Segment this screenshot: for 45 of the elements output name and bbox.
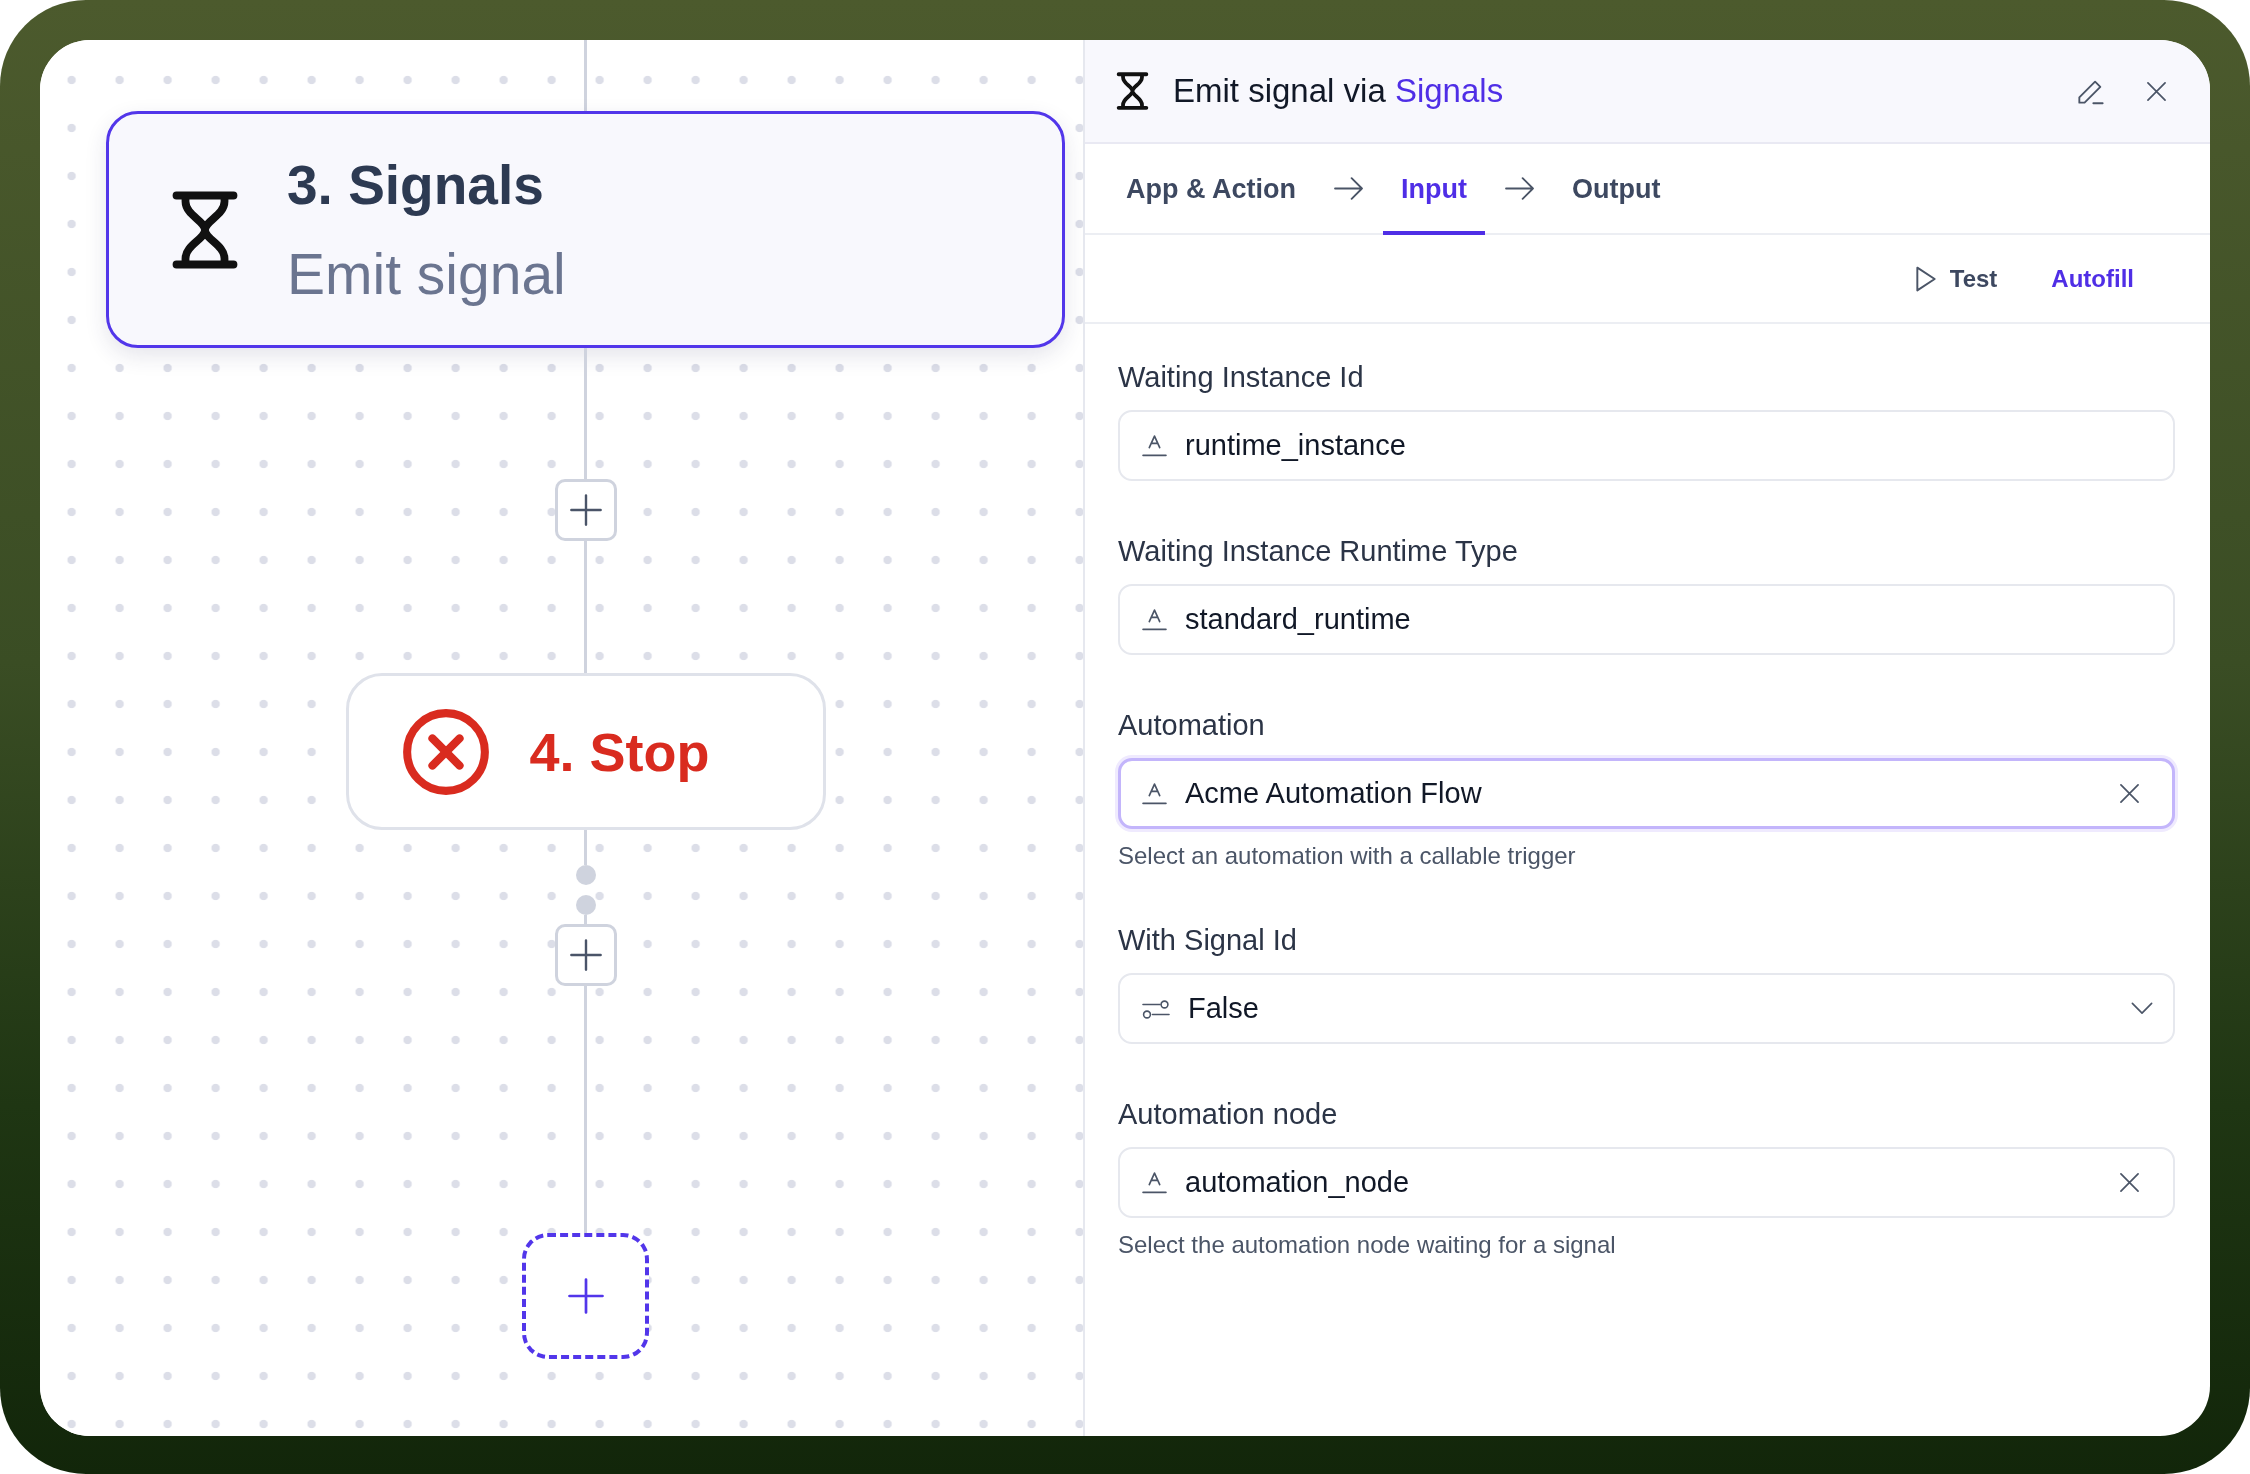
underlined-a-icon — [1142, 608, 1167, 631]
plus-icon — [569, 939, 602, 971]
step-node[interactable]: 3. Signals Emit signal — [106, 111, 1065, 348]
helper-text: Select an automation with a callable trigger — [1118, 841, 1576, 870]
circle-x-icon — [401, 707, 490, 796]
helper-text: Select the automation node waiting for a signal — [1118, 1230, 1616, 1259]
field-label: With Signal Id — [1118, 923, 1297, 957]
text-field[interactable]: runtime_instance — [1118, 410, 2175, 481]
connector-line — [584, 40, 587, 111]
panel-title: Emit signal via Signals — [1173, 72, 1504, 110]
underlined-a-icon — [1142, 782, 1167, 805]
plus-icon — [569, 494, 602, 526]
arrow-right-icon — [1334, 177, 1363, 200]
close-icon — [2120, 1173, 2139, 1192]
add-step-button[interactable] — [522, 1233, 649, 1359]
text-field[interactable]: automation_node — [1118, 1147, 2175, 1218]
underlined-a-icon — [1142, 434, 1167, 457]
node-title: 3. Signals — [287, 152, 545, 218]
field-label: Waiting Instance Id — [1118, 360, 1364, 394]
underlined-a-icon — [1142, 1171, 1167, 1194]
connector-line — [584, 830, 587, 865]
autofill-button[interactable]: Autofill — [2037, 256, 2148, 301]
tab[interactable]: Output — [1553, 144, 1679, 235]
tab[interactable]: App & Action — [1108, 144, 1314, 235]
play-icon — [1914, 265, 1937, 292]
node-subtitle: Emit signal — [287, 240, 566, 308]
field-label: Automation — [1118, 708, 1265, 742]
text-field[interactable]: Acme Automation Flow — [1118, 758, 2175, 829]
close-icon — [2147, 81, 2166, 101]
node-title: 4. Stop — [529, 720, 710, 783]
close-icon — [2120, 784, 2139, 803]
field-label: Automation node — [1118, 1097, 1338, 1131]
plus-icon — [567, 1278, 604, 1314]
field-label: Waiting Instance Runtime Type — [1118, 534, 1518, 568]
stop-node[interactable]: 4. Stop — [345, 673, 826, 830]
arrow-right-icon — [1504, 177, 1534, 200]
tab[interactable]: Input — [1383, 144, 1485, 235]
select-field[interactable]: False — [1118, 973, 2175, 1044]
app-link[interactable]: Signals — [1394, 72, 1504, 109]
test-button[interactable]: Test — [1900, 256, 2012, 301]
sliders-icon — [1142, 998, 1170, 1019]
connector-dots-icon — [575, 865, 596, 915]
text-field[interactable]: standard_runtime — [1118, 584, 2175, 655]
chevron-down-icon — [2131, 1002, 2153, 1015]
hourglass-icon — [1115, 70, 1150, 112]
